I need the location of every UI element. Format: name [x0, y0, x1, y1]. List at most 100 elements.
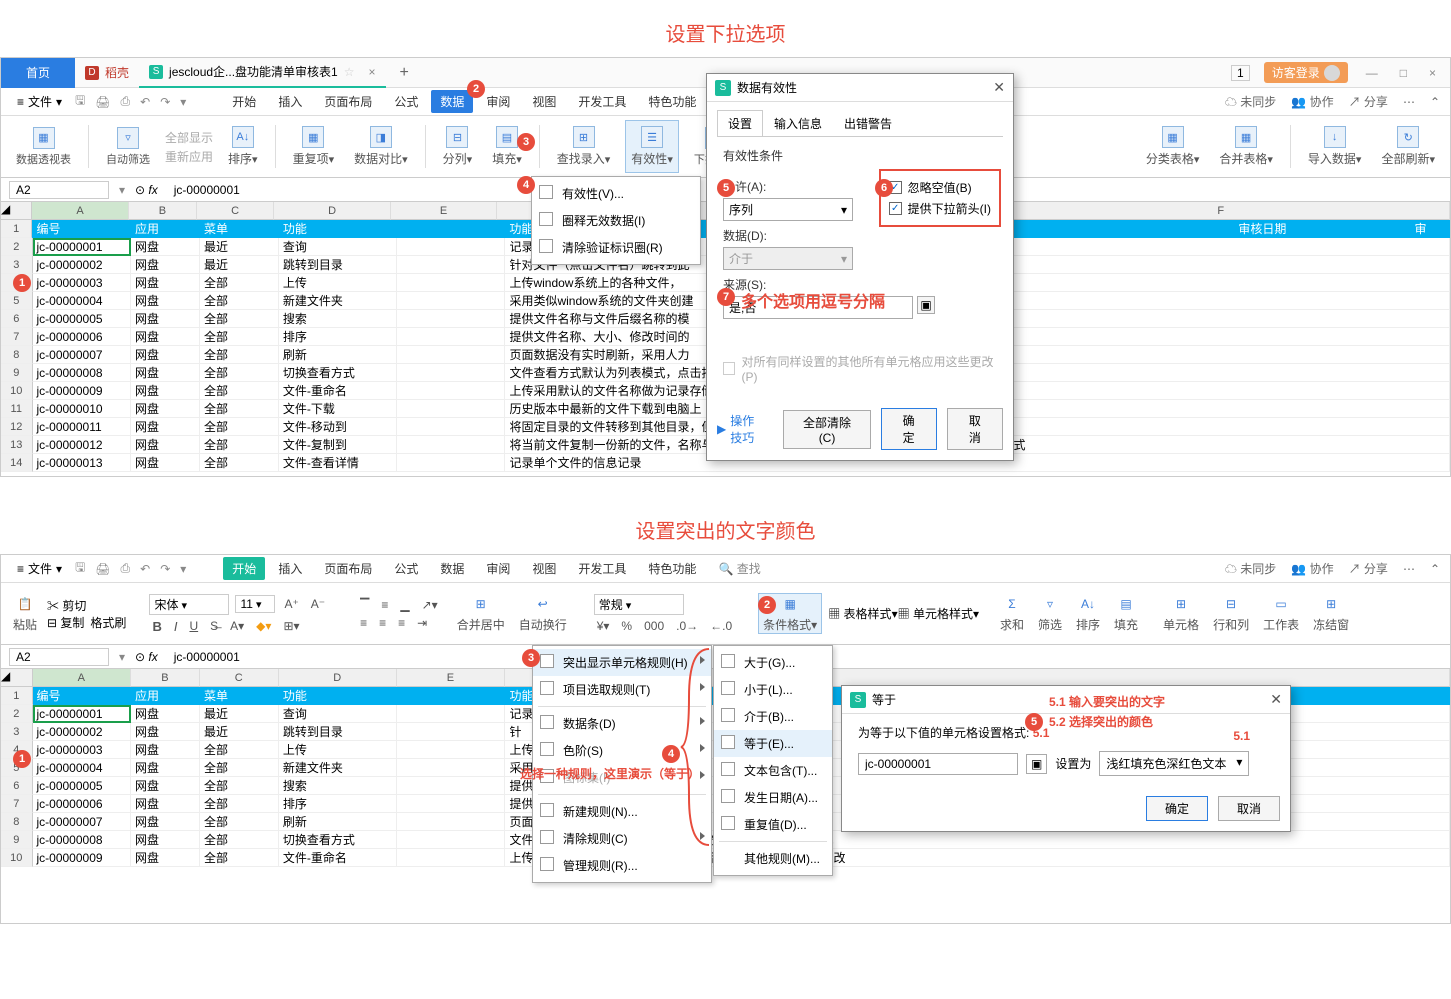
cell-fn[interactable]: 文件-查看详情 [279, 454, 397, 472]
cell-menu[interactable]: 全部 [200, 831, 279, 849]
close-window-icon[interactable]: × [1425, 66, 1440, 80]
eq-preset-select[interactable]: 浅红填充色深红色文本▾ [1099, 751, 1249, 776]
cell-e[interactable] [397, 831, 505, 849]
rtab-special[interactable]: 特色功能 [639, 557, 705, 580]
size-up-icon[interactable]: A⁺ [281, 597, 301, 611]
cf-manage[interactable]: 管理规则(R)... [533, 852, 711, 879]
col-E[interactable]: E [397, 669, 505, 687]
size-select[interactable]: 11 ▾ [235, 595, 275, 613]
cell-e[interactable] [397, 274, 505, 292]
name-box[interactable]: A2 [9, 181, 109, 199]
cell-fn[interactable]: 跳转到目录 [279, 256, 397, 274]
currency-icon[interactable]: ¥▾ [594, 619, 613, 633]
dd-validity[interactable]: 有效性(V)... [532, 180, 700, 207]
btn-copy[interactable]: ⊟ 复制 [47, 614, 84, 631]
rtab-insert[interactable]: 插入 [269, 90, 311, 113]
cf-toprules[interactable]: 项目选取规则(T) [533, 676, 711, 703]
cell-fn[interactable]: 跳转到目录 [279, 723, 397, 741]
cell-app[interactable]: 网盘 [131, 795, 200, 813]
tab-document[interactable]: Sjescloud企...盘功能清单审核表1☆× [139, 58, 386, 88]
btn-worksheet[interactable]: ▭工作表 [1259, 594, 1303, 633]
btn-rowcol[interactable]: ⊟行和列 [1209, 594, 1253, 633]
cell-fn[interactable]: 搜索 [279, 777, 397, 795]
tab-home[interactable]: 首页 [1, 58, 75, 88]
col-E[interactable]: E [391, 202, 498, 220]
menu-collapse-icon[interactable]: ⌃ [1430, 95, 1440, 109]
minimize-icon[interactable]: — [1362, 66, 1382, 80]
cell-e[interactable] [397, 382, 505, 400]
cell-app[interactable]: 网盘 [131, 346, 200, 364]
cell-menu[interactable]: 全部 [200, 328, 279, 346]
rtab-layout[interactable]: 页面布局 [315, 557, 381, 580]
row-header[interactable]: 12 [1, 418, 33, 436]
qa-save-icon[interactable]: 🖫 [72, 558, 88, 579]
row-header[interactable]: 6 [1, 777, 33, 795]
cell-menu[interactable]: 全部 [200, 292, 279, 310]
row-header[interactable]: 3 [1, 723, 33, 741]
dd-circle-invalid[interactable]: 圈释无效数据(I) [532, 207, 700, 234]
cell-app[interactable]: 网盘 [131, 382, 200, 400]
qa-redo-icon[interactable]: ↷ [157, 562, 173, 576]
cell-e[interactable] [397, 759, 505, 777]
row-header[interactable]: 3 [1, 256, 33, 274]
cfs-eq[interactable]: 等于(E)... [714, 730, 832, 757]
eq-cancel-button[interactable]: 取消 [1218, 796, 1280, 821]
cell-menu[interactable]: 全部 [200, 436, 279, 454]
file-menu-2[interactable]: ≡ 文件 ▾ [11, 560, 68, 577]
qa-preview-icon[interactable]: ⎙ [118, 94, 134, 109]
btn-sort2[interactable]: A↓排序 [1072, 594, 1104, 633]
cell-menu[interactable]: 全部 [200, 777, 279, 795]
cell-fn[interactable]: 文件-重命名 [279, 849, 397, 867]
cell-e[interactable] [397, 454, 505, 472]
eq-close-icon[interactable]: ✕ [1270, 691, 1282, 708]
rtab-dev[interactable]: 开发工具 [569, 90, 635, 113]
col-B[interactable]: B [131, 669, 200, 687]
rtab-search[interactable]: 🔍 查找 [709, 557, 769, 580]
dec-inc-icon[interactable]: .0→ [673, 619, 701, 633]
cell-e[interactable] [397, 256, 505, 274]
cell-app[interactable]: 网盘 [131, 274, 200, 292]
btn-cell[interactable]: ⊞单元格 [1159, 594, 1203, 633]
cell-app[interactable]: 网盘 [131, 292, 200, 310]
qa-more-icon[interactable]: ▾ [177, 95, 189, 109]
cf-clearrule[interactable]: 清除规则(C) [533, 825, 711, 852]
cell-e[interactable] [397, 741, 505, 759]
cell-app[interactable]: 网盘 [131, 328, 200, 346]
cf-newrule[interactable]: 新建规则(N)... [533, 798, 711, 825]
cell-id[interactable]: jc-00000009 [33, 849, 132, 867]
cell-app[interactable]: 网盘 [131, 238, 200, 256]
row-header[interactable]: 14 [1, 454, 33, 472]
collab-button[interactable]: 👥 协作 [1291, 560, 1333, 577]
btn-fmttable[interactable]: ▦分类表格▾ [1141, 120, 1205, 173]
name-box-2[interactable]: A2 [9, 648, 109, 666]
cell-id[interactable]: jc-00000007 [33, 346, 132, 364]
font-select[interactable]: 宋体 ▾ [149, 594, 229, 615]
btn-refresh[interactable]: ↻全部刷新▾ [1376, 120, 1440, 173]
cell-fn[interactable]: 刷新 [279, 813, 397, 831]
fx-icon[interactable]: ⊙ fx [135, 183, 158, 197]
cell-id[interactable]: jc-00000008 [33, 364, 132, 382]
cell-id[interactable]: jc-00000003 [33, 274, 132, 292]
cell-e[interactable] [397, 238, 505, 256]
cfs-gt[interactable]: 大于(G)... [714, 649, 832, 676]
btn-filter[interactable]: ▿筛选 [1034, 594, 1066, 633]
cell-menu[interactable]: 全部 [200, 759, 279, 777]
qa-redo-icon[interactable]: ↷ [157, 95, 173, 109]
qa-more-icon[interactable]: ▾ [177, 562, 189, 576]
share-button[interactable]: ↗ 分享 [1349, 93, 1388, 110]
qa-preview-icon[interactable]: ⎙ [118, 561, 134, 576]
rtab-start[interactable]: 开始 [223, 90, 265, 113]
cell-menu[interactable]: 全部 [200, 400, 279, 418]
eq-ok-button[interactable]: 确定 [1146, 796, 1208, 821]
qa-print-icon[interactable]: 🖨 [92, 562, 113, 576]
btn-showall[interactable]: 全部显示 [165, 129, 213, 146]
btn-cut[interactable]: ✂ 剪切 [47, 599, 86, 613]
cell-fn[interactable]: 新建文件夹 [279, 292, 397, 310]
rtab-view[interactable]: 视图 [523, 90, 565, 113]
cfs-lt[interactable]: 小于(L)... [714, 676, 832, 703]
italic-icon[interactable]: I [171, 619, 181, 634]
row-header[interactable]: 6 [1, 310, 33, 328]
cell-id[interactable]: jc-00000003 [33, 741, 132, 759]
border-icon[interactable]: ⊞▾ [280, 619, 302, 633]
row-header[interactable]: 10 [1, 849, 33, 867]
